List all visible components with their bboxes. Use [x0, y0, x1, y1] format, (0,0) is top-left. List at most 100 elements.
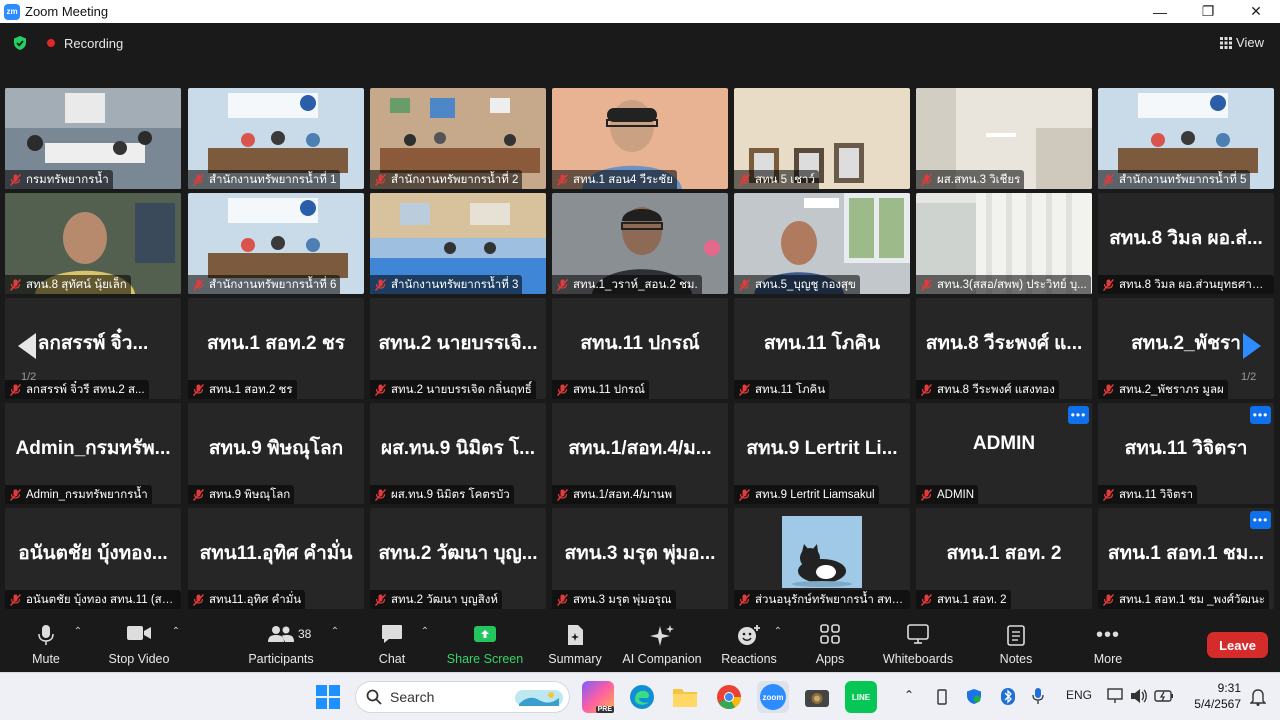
participant-tile[interactable]: สทน.11 โภคิน สทน.11 โภคิน	[734, 298, 910, 399]
notification-bell-icon[interactable]	[1250, 688, 1266, 706]
participant-tile[interactable]: สทน.5_บุญชู กองสุข	[734, 193, 910, 294]
usb-device-icon[interactable]	[937, 689, 947, 705]
participant-tile[interactable]: สทน 5 เชาว์	[734, 88, 910, 189]
muted-mic-icon	[557, 593, 568, 606]
participant-tile[interactable]: สทน.3(สสอ/สพพ) ประวิทย์ บุ...	[916, 193, 1092, 294]
file-explorer-icon[interactable]	[669, 681, 701, 713]
whiteboard-icon	[907, 624, 929, 644]
leave-button[interactable]: Leave	[1207, 632, 1268, 658]
participant-tile[interactable]: สำนักงานทรัพยากรน้ำที่ 3	[370, 193, 546, 294]
participant-tile[interactable]: Admin_กรมทรัพ... Admin_กรมทรัพยากรน้ำ	[5, 403, 181, 504]
reactions-button[interactable]: Reactions	[720, 612, 778, 672]
chrome-icon[interactable]	[713, 681, 745, 713]
language-indicator[interactable]: ENG	[1066, 688, 1092, 702]
reactions-options-caret[interactable]: ⌃	[772, 612, 784, 672]
security-shield-icon[interactable]	[12, 35, 28, 51]
participant-tile[interactable]: สำนักงานทรัพยากรน้ำที่ 6	[188, 193, 364, 294]
participant-tile[interactable]: สทน.2 วัฒนา บุญ... สทน.2 วัฒนา บุญสิงห์	[370, 508, 546, 609]
participant-tile[interactable]: สทน.11 วิจิตรา ••• สทน.11 วิจิตรา	[1098, 403, 1274, 504]
participant-tile[interactable]: สำนักงานทรัพยากรน้ำที่ 1	[188, 88, 364, 189]
edge-browser-icon[interactable]	[626, 681, 658, 713]
participants-options-caret[interactable]: ⌃	[329, 612, 341, 672]
network-icon[interactable]	[1107, 688, 1125, 704]
page-indicator-right: 1/2	[1241, 371, 1257, 383]
share-screen-button[interactable]: Share Screen	[447, 612, 523, 672]
participant-name-label: ผส.ทน.9 นิมิตร โคตรบัว	[370, 485, 514, 504]
copilot-icon[interactable]: PRE	[582, 681, 614, 713]
zoom-taskbar-icon[interactable]: zoom	[757, 681, 789, 713]
muted-mic-icon	[739, 173, 750, 186]
muted-mic-icon	[193, 173, 204, 186]
microphone-tray-icon[interactable]	[1032, 687, 1044, 705]
participant-name-label: สทน 5 เชาว์	[734, 170, 819, 189]
ellipsis-icon: •••	[1095, 624, 1121, 646]
participant-tile[interactable]: สทน.1/สอท.4/ม... สทน.1/สอท.4/มานพ	[552, 403, 728, 504]
previous-page-arrow-icon[interactable]	[18, 333, 36, 359]
taskbar-search-box[interactable]: Search	[355, 681, 570, 713]
participant-tile[interactable]: สำนักงานทรัพยากรน้ำที่ 5	[1098, 88, 1274, 189]
muted-mic-icon	[10, 173, 21, 186]
participant-tile[interactable]: สทน.1 สอท. 2 สทน.1 สอท. 2	[916, 508, 1092, 609]
participant-name: สทน.1 สอน4 วีระชัย	[573, 173, 673, 186]
participant-tile[interactable]: สำนักงานทรัพยากรน้ำที่ 2	[370, 88, 546, 189]
next-page-arrow-icon[interactable]	[1243, 333, 1261, 359]
show-hidden-icons-chevron-icon[interactable]: ⌃	[904, 688, 914, 702]
whiteboards-button[interactable]: Whiteboards	[878, 612, 958, 672]
meeting-top-bar: Recording View	[0, 23, 1280, 63]
tile-more-options-button[interactable]: •••	[1250, 511, 1271, 529]
system-clock[interactable]: 9:31 5/4/2567	[1181, 680, 1241, 712]
participant-name: สทน.9 พิษณุโลก	[209, 488, 291, 501]
participant-tile[interactable]: สทน.2 นายบรรเจิ... สทน.2 นายบรรเจิด กลิ่น…	[370, 298, 546, 399]
participants-button[interactable]: 38 Participants	[246, 612, 316, 672]
chat-button[interactable]: Chat	[372, 612, 412, 672]
chevron-up-icon: ⌃	[73, 626, 83, 637]
participant-tile[interactable]: สทน.8 วิมล ผอ.ส่... สทน.8 วิมล ผอ.ส่วนยุท…	[1098, 193, 1274, 294]
mute-options-caret[interactable]: ⌃	[72, 612, 84, 672]
participant-tile[interactable]: สทน.3 มรุต พุ่มอ... สทน.3 มรุต พุ่มอรุณ	[552, 508, 728, 609]
apps-button[interactable]: Apps	[810, 612, 850, 672]
summary-button[interactable]: Summary	[544, 612, 606, 672]
camera-app-icon[interactable]	[801, 681, 833, 713]
bluetooth-icon[interactable]	[1001, 688, 1015, 705]
participant-tile[interactable]: สทน11.อุทิศ คำมั่น สทน11.อุทิศ คำมั่น	[188, 508, 364, 609]
reactions-label: Reactions	[721, 652, 777, 666]
participant-name: สทน.1 สอท.2 ชร	[209, 383, 293, 396]
participant-display-name: สทน.9 Lertrit Li...	[746, 438, 898, 459]
participant-tile[interactable]: สทน.8 วีระพงศ์ แ... สทน.8 วีระพงศ์ แสงทอง	[916, 298, 1092, 399]
windows-start-icon[interactable]	[316, 685, 340, 709]
notes-button[interactable]: Notes	[994, 612, 1038, 672]
video-options-caret[interactable]: ⌃	[170, 612, 182, 672]
participant-tile[interactable]: สทน.1 สอท.1 ชม... ••• สทน.1 สอท.1 ชม _พงศ์…	[1098, 508, 1274, 609]
more-button[interactable]: ••• More	[1086, 612, 1130, 672]
battery-icon[interactable]	[1154, 689, 1174, 703]
stop-video-button[interactable]: Stop Video	[106, 612, 172, 672]
participant-tile[interactable]: ผส.สทน.3 วิเชียร	[916, 88, 1092, 189]
participant-tile[interactable]: ADMIN ••• ADMIN	[916, 403, 1092, 504]
tile-more-options-button[interactable]: •••	[1068, 406, 1089, 424]
tile-more-options-button[interactable]: •••	[1250, 406, 1271, 424]
participant-tile[interactable]: ส่วนอนุรักษ์ทรัพยากรน้ำ สทน....	[734, 508, 910, 609]
restore-button[interactable]: ❐	[1184, 0, 1232, 23]
line-app-icon[interactable]: LINE	[845, 681, 877, 713]
close-window-button[interactable]: ✕	[1232, 0, 1280, 23]
participant-name-label: สทน.1 สอท.1 ชม _พงศ์วัฒนะ	[1098, 590, 1269, 609]
participant-tile[interactable]: สทน.1_วราห์_สอน.2 ชม.	[552, 193, 728, 294]
participant-tile[interactable]: กรมทรัพยากรน้ำ	[5, 88, 181, 189]
ai-companion-button[interactable]: AI Companion	[620, 612, 704, 672]
apps-icon	[820, 624, 840, 644]
recording-status[interactable]: Recording	[64, 36, 123, 51]
volume-icon[interactable]	[1130, 688, 1148, 704]
participant-tile[interactable]: สทน.8 สุทัศน์ นุ้ยเล็ก	[5, 193, 181, 294]
view-button[interactable]: View	[1220, 35, 1264, 50]
participant-tile[interactable]: สทน.9 Lertrit Li... สทน.9 Lertrit Liamsak…	[734, 403, 910, 504]
chat-options-caret[interactable]: ⌃	[419, 612, 431, 672]
participant-tile[interactable]: ผส.ทน.9 นิมิตร โ... ผส.ทน.9 นิมิตร โคตรบั…	[370, 403, 546, 504]
participant-tile[interactable]: สทน.1 สอท.2 ชร สทน.1 สอท.2 ชร	[188, 298, 364, 399]
participant-tile[interactable]: สทน.9 พิษณุโลก สทน.9 พิษณุโลก	[188, 403, 364, 504]
participant-tile[interactable]: สทน.1 สอน4 วีระชัย	[552, 88, 728, 189]
participant-tile[interactable]: อนันตชัย บุ้งทอง... อนันตชัย บุ้งทอง สทน.…	[5, 508, 181, 609]
minimize-button[interactable]: —	[1136, 0, 1184, 23]
defender-shield-icon[interactable]	[966, 688, 982, 705]
participant-tile[interactable]: สทน.11 ปกรณ์ สทน.11 ปกรณ์	[552, 298, 728, 399]
mute-button[interactable]: Mute	[22, 612, 70, 672]
